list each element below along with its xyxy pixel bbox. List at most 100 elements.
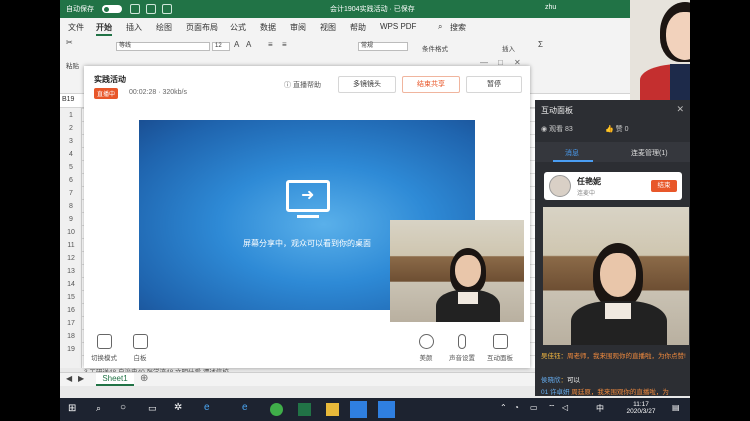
network-icon[interactable]: ◔ <box>514 403 519 412</box>
conditional-format-button[interactable]: 条件格式 <box>422 43 448 53</box>
row-number[interactable]: 5 <box>60 164 82 171</box>
windows-start-icon[interactable]: ⊞ <box>68 403 76 414</box>
row-number[interactable]: 6 <box>60 177 82 184</box>
help-link[interactable]: ⓘ 直播帮助 <box>284 80 321 90</box>
save-icon[interactable] <box>130 4 140 14</box>
minimize-icon[interactable]: — <box>480 58 488 67</box>
tab-home[interactable]: 开始 <box>96 22 112 36</box>
font-name-select[interactable]: 等线 <box>116 42 210 51</box>
tab-page-layout[interactable]: 页面布局 <box>186 22 218 33</box>
live-app-icon[interactable] <box>350 401 367 418</box>
align-icon[interactable]: ≡ <box>268 40 273 49</box>
tray-clock[interactable]: 11:17 2020/3/27 <box>616 401 666 415</box>
tab-review[interactable]: 审阅 <box>290 22 306 33</box>
cortana-icon[interactable]: ○ <box>120 402 126 413</box>
bitrate: 320kb/s <box>162 89 188 96</box>
close-icon[interactable]: ✕ <box>676 104 684 115</box>
multi-camera-button[interactable]: 多镜镜头 <box>338 76 396 93</box>
notification-icon[interactable]: ▤ <box>672 403 680 412</box>
interaction-panel-button[interactable]: 互动面板 <box>480 334 520 362</box>
desktop-screen: 自动保存 会计1904实践活动 · 已保存 zhu 文件 开始 插入 绘图 页面… <box>60 0 690 421</box>
tray-expand-icon[interactable]: ⌃ <box>500 403 507 412</box>
switch-mode-button[interactable]: 切换模式 <box>84 334 124 362</box>
add-sheet-icon[interactable]: ⊕ <box>140 373 148 384</box>
task-view-icon[interactable]: ▭ <box>148 403 157 414</box>
tab-file[interactable]: 文件 <box>68 22 84 33</box>
search-icon[interactable]: ⌕ <box>96 403 101 414</box>
paste-label[interactable]: 粘贴 <box>66 60 79 70</box>
redo-icon[interactable] <box>162 4 172 14</box>
browser-icon[interactable] <box>270 403 283 416</box>
row-number[interactable]: 11 <box>60 242 82 249</box>
row-number[interactable]: 14 <box>60 281 82 288</box>
tab-insert[interactable]: 插入 <box>126 22 142 33</box>
ie-icon[interactable]: e <box>242 402 248 413</box>
search-icon[interactable]: ⌕ <box>438 22 442 32</box>
meeting-app-icon[interactable] <box>378 401 395 418</box>
volume-icon[interactable]: ◁ <box>562 403 568 412</box>
tab-messages[interactable]: 消息 <box>565 148 579 158</box>
tab-data[interactable]: 数据 <box>260 22 276 33</box>
row-number[interactable]: 18 <box>60 333 82 340</box>
shrink-font-icon[interactable]: A <box>246 40 251 49</box>
tab-draw[interactable]: 绘图 <box>156 22 172 33</box>
audio-settings-button[interactable]: 声音设置 <box>442 334 482 362</box>
excel-icon[interactable] <box>298 403 311 416</box>
pause-button[interactable]: 暂停 <box>466 76 522 93</box>
cut-icon[interactable]: ✂ <box>66 38 73 47</box>
close-icon[interactable]: ✕ <box>514 58 521 67</box>
prev-sheet-icon[interactable]: ◀ <box>66 374 72 383</box>
smile-icon <box>418 334 434 349</box>
tab-help[interactable]: 帮助 <box>350 22 366 33</box>
row-number[interactable]: 4 <box>60 151 82 158</box>
excel-title-bar: 自动保存 会计1904实践活动 · 已保存 zhu <box>60 0 690 18</box>
grow-font-icon[interactable]: A <box>234 40 239 49</box>
end-share-button[interactable]: 结束共享 <box>402 76 460 93</box>
whiteboard-button[interactable]: 白板 <box>120 334 160 362</box>
wifi-icon[interactable]: ⌔ <box>548 403 556 413</box>
name-box[interactable]: B19 <box>62 96 74 103</box>
row-number[interactable]: 1 <box>60 112 82 119</box>
row-number[interactable]: 7 <box>60 190 82 197</box>
tab-view[interactable]: 视图 <box>320 22 336 33</box>
font-size-select[interactable]: 12 <box>212 42 230 51</box>
folder-icon[interactable] <box>326 403 339 416</box>
row-number[interactable]: 13 <box>60 268 82 275</box>
eye-icon: ◉ <box>541 126 550 133</box>
edge-icon[interactable]: e <box>204 402 210 413</box>
row-number[interactable]: 15 <box>60 294 82 301</box>
row-number[interactable]: 2 <box>60 125 82 132</box>
row-number[interactable]: 17 <box>60 320 82 327</box>
end-mic-button[interactable]: 结束 <box>651 180 677 192</box>
row-number[interactable]: 3 <box>60 138 82 145</box>
insert-cells-button[interactable]: 插入 <box>502 43 515 53</box>
row-number[interactable]: 12 <box>60 255 82 262</box>
undo-icon[interactable] <box>146 4 156 14</box>
host-webcam <box>630 0 690 100</box>
row-number[interactable]: 9 <box>60 216 82 223</box>
beauty-button[interactable]: 美颜 <box>406 334 446 362</box>
microphone-icon <box>458 334 466 349</box>
settings-gear-icon[interactable]: ✲ <box>174 402 182 413</box>
number-format-select[interactable]: 常规 <box>358 42 408 51</box>
search-label[interactable]: 搜索 <box>450 22 466 33</box>
align-center-icon[interactable]: ≡ <box>282 40 287 49</box>
tab-formulas[interactable]: 公式 <box>230 22 246 33</box>
battery-icon[interactable]: ▭ <box>530 403 538 412</box>
like-count: 👍 赞 0 <box>605 124 629 134</box>
maximize-icon[interactable]: □ <box>498 58 503 67</box>
row-number[interactable]: 16 <box>60 307 82 314</box>
row-number[interactable]: 19 <box>60 346 82 353</box>
tab-wps-pdf[interactable]: WPS PDF <box>380 22 416 31</box>
autosave-toggle[interactable] <box>102 5 122 13</box>
sum-icon[interactable]: Σ <box>538 40 543 49</box>
row-number[interactable]: 8 <box>60 203 82 210</box>
row-number[interactable]: 10 <box>60 229 82 236</box>
ime-indicator[interactable]: 中 <box>596 403 604 414</box>
sheet-tab[interactable]: Sheet1 <box>96 373 134 386</box>
user-name[interactable]: zhu <box>545 4 556 11</box>
tab-mic-management[interactable]: 连麦管理(1) <box>631 148 668 158</box>
next-sheet-icon[interactable]: ▶ <box>78 374 84 383</box>
live-stats: 00:02:28 · 320kb/s <box>129 89 188 96</box>
left-letterbox <box>0 0 60 421</box>
